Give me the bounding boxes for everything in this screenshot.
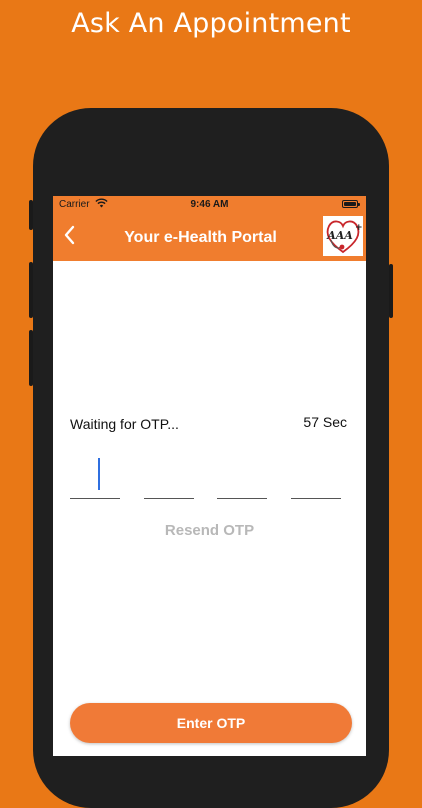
promo-caption: Ask An Appointment (71, 8, 351, 39)
svg-text:AAA: AAA (326, 229, 353, 242)
svg-text:+: + (355, 223, 363, 233)
resend-otp-button[interactable]: Resend OTP (53, 522, 366, 539)
nav-bar: Your e-Health Portal AAA + (53, 213, 366, 261)
otp-digit-field[interactable] (144, 454, 194, 499)
status-time: 9:46 AM (190, 199, 229, 210)
otp-digit-field[interactable] (291, 454, 341, 499)
battery-icon (342, 200, 360, 208)
app-screen: Carrier 9:46 AM Your e-Health Portal AAA… (53, 196, 366, 756)
otp-digit-field[interactable] (217, 454, 267, 499)
phone-side-button (29, 200, 33, 230)
status-bar: Carrier 9:46 AM (53, 196, 366, 213)
phone-side-button (389, 264, 393, 318)
enter-otp-button[interactable]: Enter OTP (70, 703, 352, 743)
app-logo: AAA + (323, 216, 363, 256)
phone-side-button (29, 330, 33, 386)
phone-side-button (29, 262, 33, 318)
otp-digit-field[interactable] (70, 454, 120, 499)
otp-status-label: Waiting for OTP... (70, 416, 179, 432)
text-cursor (98, 458, 100, 490)
otp-countdown: 57 Sec (303, 414, 347, 430)
page-title: Your e-Health Portal (124, 229, 277, 246)
